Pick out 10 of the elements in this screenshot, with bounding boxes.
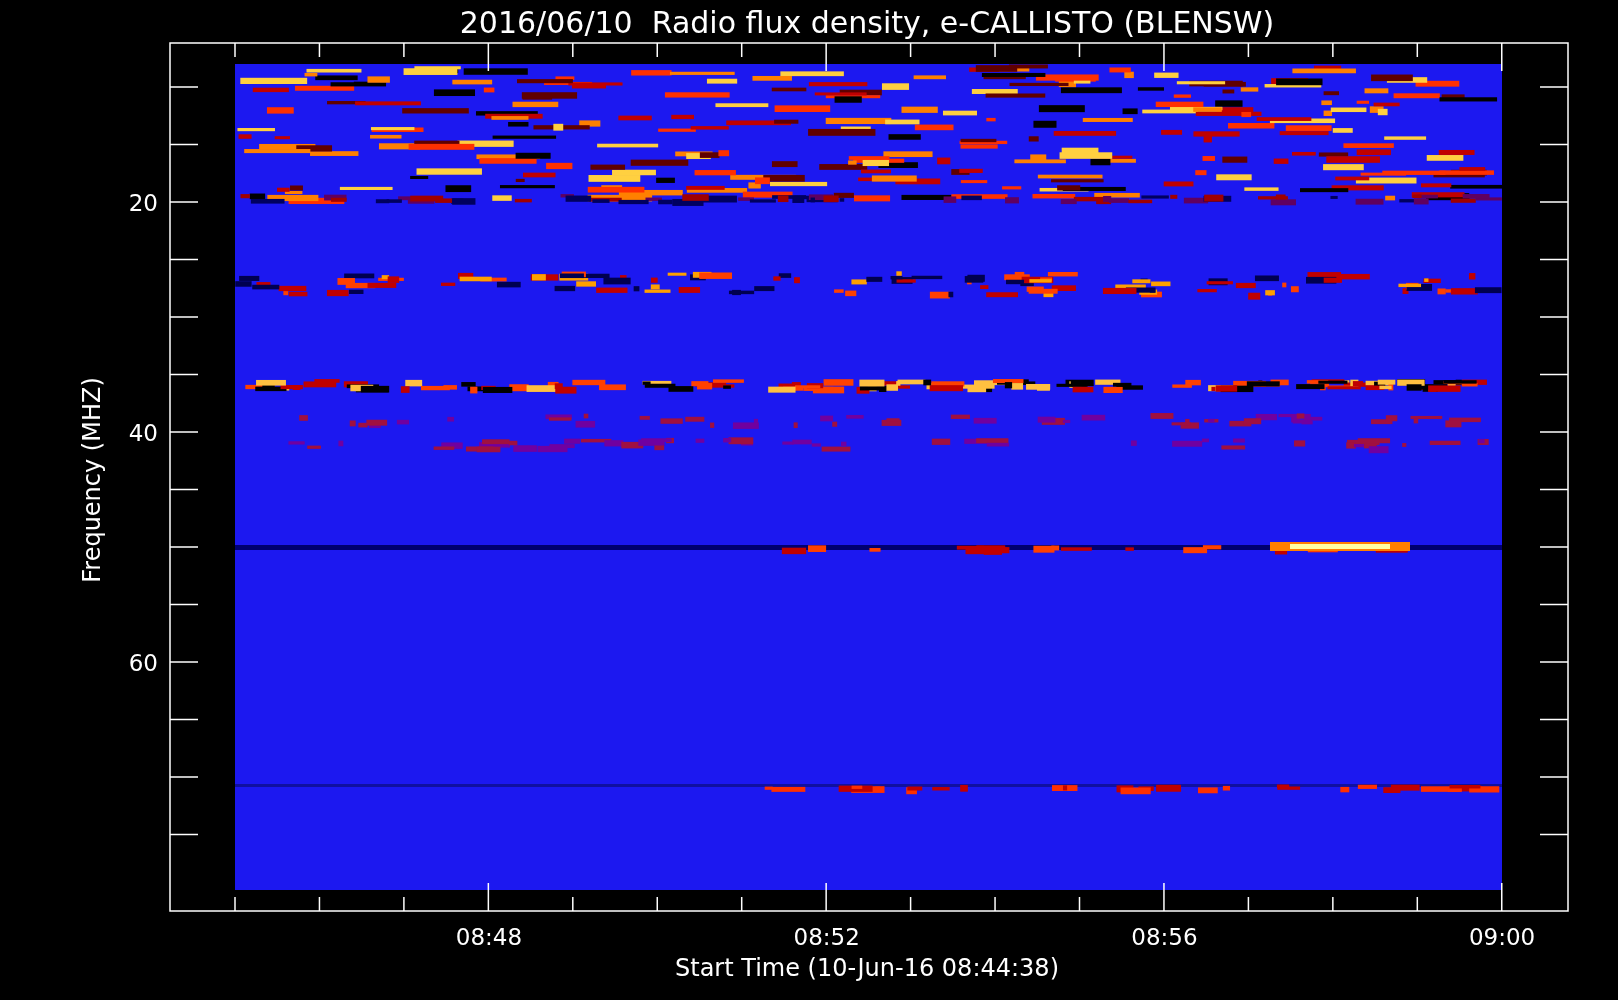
y-tick-label: 20: [128, 190, 158, 216]
y-tick-label: 40: [128, 420, 158, 446]
x-tick-label: 08:56: [1131, 924, 1198, 950]
x-tick-label: 08:52: [793, 924, 860, 950]
chart-title: 2016/06/10 Radio flux density, e-CALLISTO (BLENSW): [459, 5, 1275, 40]
y-axis-label: Frequency (MHZ): [78, 377, 106, 583]
x-tick-label: 08:48: [455, 924, 523, 950]
x-axis-label: Start Time (10-Jun-16 08:44:38): [675, 954, 1059, 982]
x-tick-label: 09:00: [1468, 924, 1536, 950]
y-tick-label: 60: [128, 650, 158, 676]
